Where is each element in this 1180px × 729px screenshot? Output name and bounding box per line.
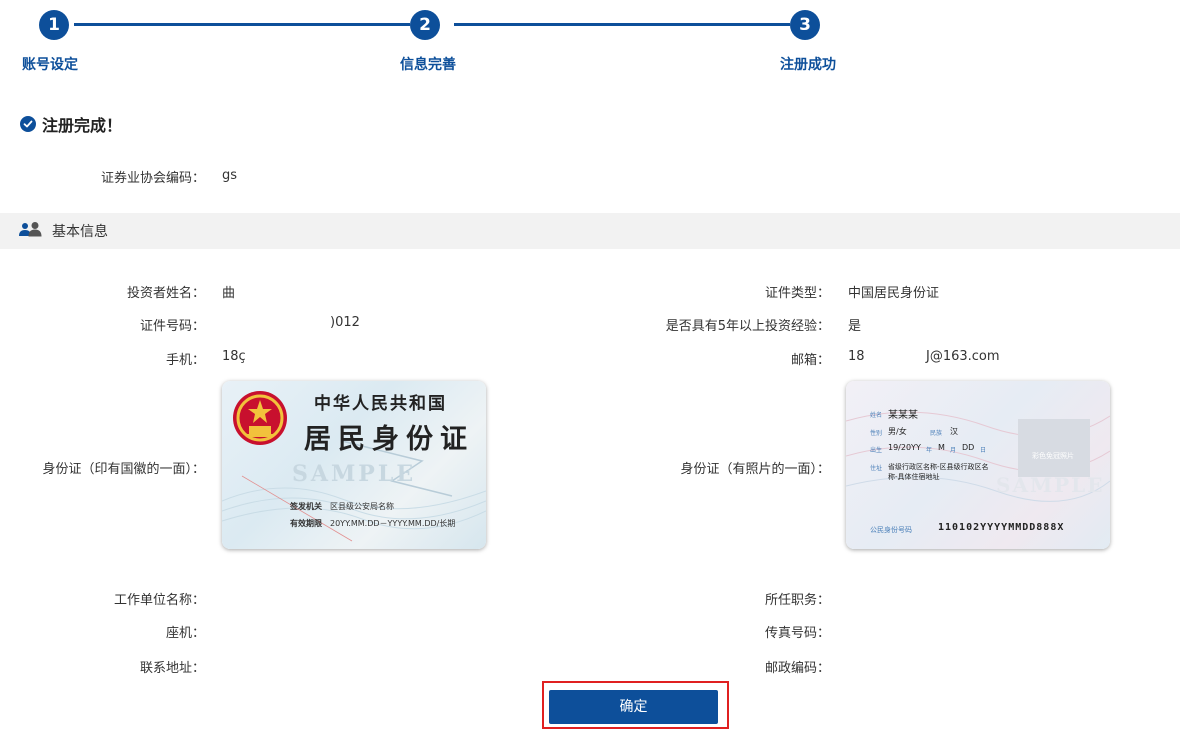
step-1-label: 账号设定 — [22, 57, 78, 73]
card-validity-value: 20YY.MM.DD－YYYY.MM.DD/长期 — [330, 519, 456, 528]
card-address-line2: 称-具体住宿地址 — [888, 473, 940, 481]
step-3-label: 注册成功 — [780, 57, 836, 73]
id-type-label: 证件类型： — [764, 286, 830, 301]
step-2-label: 信息完善 — [400, 57, 456, 73]
id-card-front-image: 中华人民共和国 居民身份证 SAMPLE 签发机关 区县级公安局名称 有效期限 … — [222, 381, 486, 549]
landline-label: 座机： — [165, 626, 205, 641]
check-circle-icon — [20, 116, 36, 132]
card-authority-label: 签发机关 — [290, 502, 322, 511]
registration-success-heading: 注册完成！ — [20, 112, 122, 136]
id-back-label: 身份证（有照片的一面）： — [680, 462, 830, 477]
fax-label: 传真号码： — [764, 626, 830, 641]
card-birth-month: M — [938, 443, 945, 452]
work-unit-label: 工作单位名称： — [113, 593, 205, 608]
card-birth-year: 19/20YY — [888, 443, 921, 452]
postal-code-label: 邮政编码： — [764, 661, 830, 676]
confirm-button[interactable]: 确定 — [549, 690, 718, 724]
email-value-suffix: J@163.com — [926, 349, 1000, 364]
card-day-unit: 日 — [980, 447, 987, 454]
id-card-back-image: 彩色免冠照片 姓名 某某某 性别 男/女 民族 汉 出生 19/20YY 年 M… — [846, 381, 1110, 549]
email-value-prefix: 18 — [848, 349, 865, 364]
investment-experience-label: 是否具有5年以上投资经验： — [665, 319, 830, 334]
card-birth-label: 出生 — [870, 447, 883, 454]
mobile-value: 18ç — [222, 349, 246, 364]
section-title: 基本信息 — [52, 224, 108, 240]
card-year-unit: 年 — [926, 447, 933, 454]
card-ethnicity-label: 民族 — [930, 430, 943, 437]
step-2-indicator: 2 — [410, 10, 440, 40]
id-number-value: )012 — [330, 315, 360, 330]
id-photo-placeholder — [1018, 419, 1090, 477]
card-month-unit: 月 — [950, 447, 957, 454]
card-photo-placeholder-text: 彩色免冠照片 — [1032, 452, 1074, 460]
card-address-label: 住址 — [870, 465, 883, 472]
step-1-indicator: 1 — [39, 10, 69, 40]
card-birth-day: DD — [962, 443, 975, 452]
card-country-name: 中华人民共和国 — [314, 394, 447, 414]
card-name-value: 某某某 — [888, 410, 918, 421]
card-id-label: 公民身份号码 — [870, 526, 912, 534]
card-authority-value: 区县级公安局名称 — [330, 502, 394, 511]
basic-info-section-header: 基本信息 — [0, 213, 1180, 249]
step-connector-2-3 — [454, 23, 790, 26]
step-connector-1-2 — [74, 23, 410, 26]
investment-experience-value: 是 — [848, 319, 862, 334]
card-front-watermark: SAMPLE — [292, 461, 417, 487]
investor-name-label: 投资者姓名： — [126, 286, 205, 301]
address-label: 联系地址： — [139, 661, 205, 676]
card-back-watermark: SAMPLE — [996, 473, 1105, 497]
success-title: 注册完成！ — [42, 116, 123, 135]
investor-name-value: 曲 — [222, 286, 236, 301]
card-ethnicity-value: 汉 — [950, 427, 958, 436]
national-emblem-icon — [233, 391, 287, 445]
card-title: 居民身份证 — [304, 424, 474, 455]
association-code-value: gs — [222, 168, 238, 183]
id-type-value: 中国居民身份证 — [848, 286, 940, 301]
position-label: 所任职务： — [764, 593, 830, 608]
step-3-indicator: 3 — [790, 10, 820, 40]
association-code-label: 证券业协会编码： — [100, 171, 205, 186]
id-front-label: 身份证（印有国徽的一面）： — [42, 462, 205, 477]
email-label: 邮箱： — [790, 353, 830, 368]
card-sex-value: 男/女 — [888, 427, 907, 436]
card-id-value: 110102YYYYMMDD888X — [938, 522, 1065, 533]
users-icon — [18, 221, 44, 241]
id-number-label: 证件号码： — [139, 319, 205, 334]
card-sex-label: 性别 — [870, 430, 883, 437]
card-address-line1: 省级行政区名称-区县级行政区名 — [888, 463, 989, 471]
card-name-label: 姓名 — [870, 412, 883, 419]
mobile-label: 手机： — [165, 353, 205, 368]
card-validity-label: 有效期限 — [290, 519, 322, 528]
